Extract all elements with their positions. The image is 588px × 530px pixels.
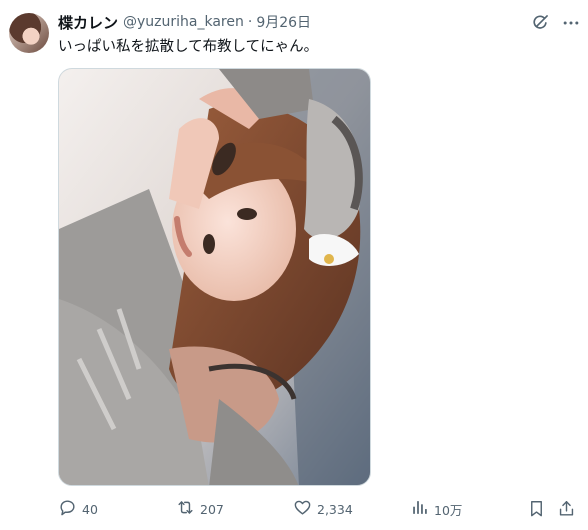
reply-icon bbox=[58, 498, 77, 521]
separator: · bbox=[247, 14, 253, 30]
more-icon[interactable] bbox=[561, 13, 581, 33]
retweet-button[interactable]: 207 bbox=[176, 496, 224, 522]
share-icon[interactable] bbox=[557, 499, 576, 518]
display-name[interactable]: 楪カレン bbox=[58, 12, 118, 33]
views-button[interactable]: 10万 bbox=[410, 496, 462, 522]
tweet-header: 楪カレン @yuzuriha_karen · 9月26日 bbox=[58, 12, 311, 32]
grok-icon[interactable] bbox=[530, 13, 550, 33]
avatar[interactable] bbox=[9, 13, 49, 53]
like-count: 2,334 bbox=[317, 501, 353, 517]
like-button[interactable]: 2,334 bbox=[293, 496, 353, 522]
views-icon bbox=[410, 498, 429, 521]
retweet-icon bbox=[176, 498, 195, 521]
post-date[interactable]: 9月26日 bbox=[256, 12, 311, 32]
reply-count: 40 bbox=[82, 501, 98, 517]
retweet-count: 207 bbox=[200, 501, 224, 517]
tweet-text: いっぱい私を拡散して布教してにゃん。 bbox=[58, 39, 319, 55]
reply-button[interactable]: 40 bbox=[58, 496, 98, 522]
bookmark-icon[interactable] bbox=[527, 499, 546, 518]
user-handle[interactable]: @yuzuriha_karen bbox=[123, 14, 244, 30]
heart-icon bbox=[293, 498, 312, 521]
tweet-photo[interactable] bbox=[58, 68, 371, 486]
views-count: 10万 bbox=[434, 502, 463, 518]
action-bar: 40 207 2,334 10万 bbox=[0, 496, 588, 522]
